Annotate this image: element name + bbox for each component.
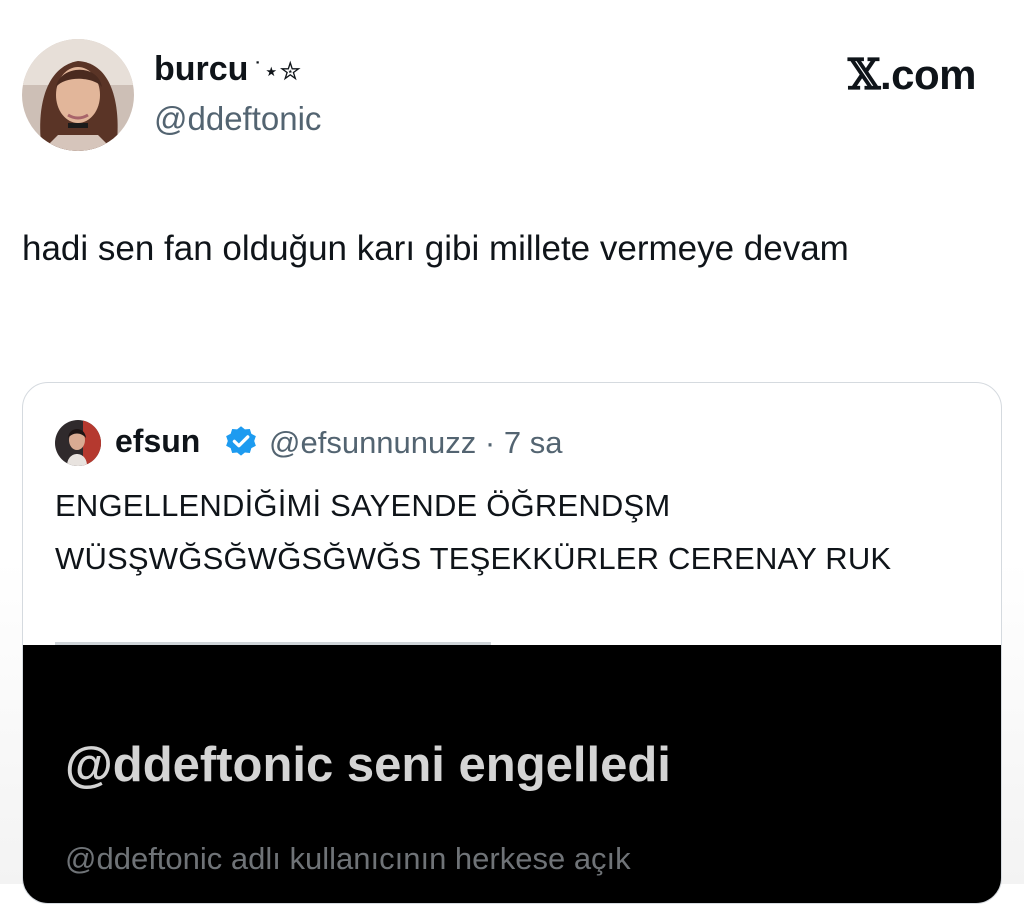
- brand-suffix: .com: [879, 51, 977, 98]
- quoted-tweet-text: ENGELLENDİĞİMİ SAYENDE ÖĞRENDŞM WÜSŞWĞSĞ…: [55, 488, 892, 576]
- verified-badge-icon: [223, 424, 259, 460]
- quoted-meta: @efsunnunuzz · 7 sa: [269, 425, 562, 461]
- blocked-title: @ddeftonic seni engelledi: [65, 738, 671, 792]
- avatar[interactable]: [22, 39, 134, 151]
- quoted-display-name[interactable]: efsun: [115, 423, 200, 460]
- tweet-card: burcu ˙⋆✮ @ddeftonic 𝕏.com hadi sen fan o…: [0, 0, 1024, 904]
- quoted-handle[interactable]: @efsunnunuzz: [269, 425, 476, 460]
- brand-watermark: 𝕏.com: [847, 50, 977, 99]
- display-name-text: burcu: [154, 50, 249, 88]
- x-logo-icon: 𝕏: [847, 50, 881, 99]
- quoted-timestamp[interactable]: 7 sa: [504, 425, 563, 460]
- quoted-media-image[interactable]: @ddeftonic seni engelledi @ddeftonic adl…: [23, 645, 1001, 903]
- quoted-tweet-card[interactable]: efsun @efsunnunuzz · 7 sa ENGELLENDİĞİMİ…: [22, 382, 1002, 904]
- name-decoration: ˙⋆✮: [254, 56, 302, 86]
- quoted-avatar[interactable]: [55, 420, 101, 466]
- user-handle[interactable]: @ddeftonic: [154, 100, 321, 138]
- blocked-subtitle: @ddeftonic adlı kullanıcının herkese açı…: [65, 841, 631, 876]
- display-name[interactable]: burcu ˙⋆✮: [154, 50, 301, 89]
- meta-separator: ·: [476, 425, 504, 460]
- tweet-text: hadi sen fan olduğun karı gibi millete v…: [22, 229, 849, 268]
